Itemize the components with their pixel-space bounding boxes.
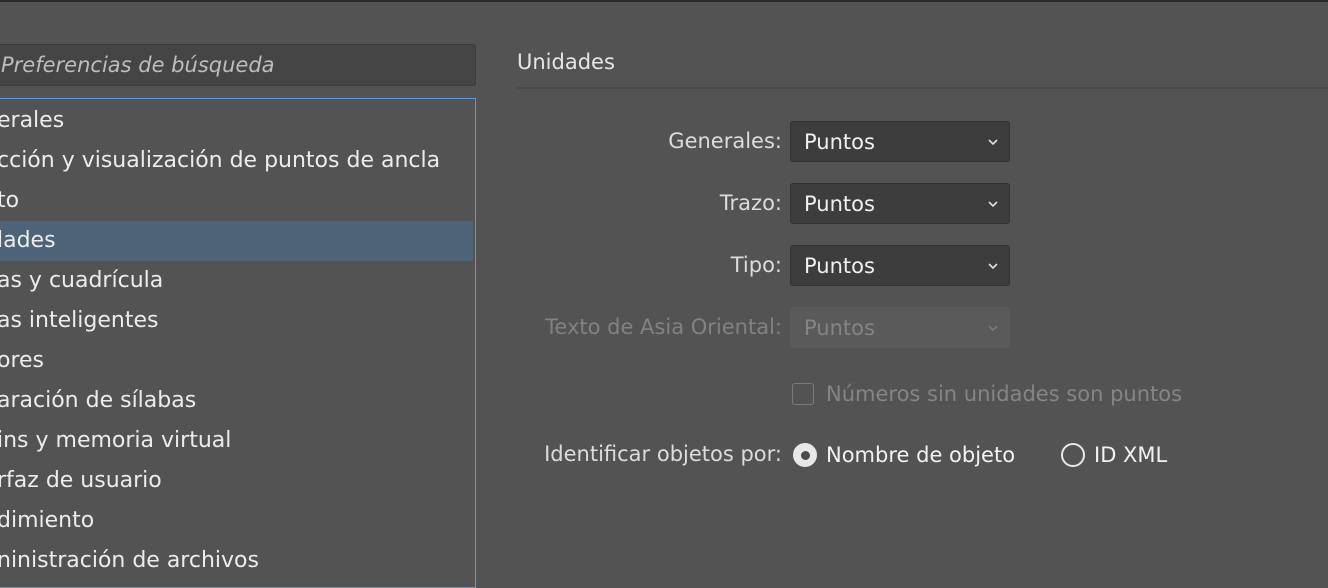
radio-xml-id-label[interactable]: ID XML [1094, 443, 1167, 467]
sidebar-item-rendimiento[interactable]: dimiento [0, 501, 473, 541]
sidebar-item-interfaz-usuario[interactable]: rfaz de usuario [0, 461, 473, 501]
sidebar-item-guias-inteligentes[interactable]: as inteligentes [0, 301, 473, 341]
identify-objects-label: Identificar objetos por: [544, 442, 782, 466]
sidebar-item-label: as inteligentes [0, 308, 159, 333]
tipo-units-value: Puntos [804, 253, 875, 278]
unitless-points-option: Números sin unidades son puntos [792, 378, 1182, 410]
tipo-units-select[interactable]: Puntos [790, 245, 1010, 286]
sidebar-item-label: to [0, 188, 20, 213]
window-top-border [0, 0, 1328, 2]
asia-oriental-label: Texto de Asia Oriental: [545, 315, 782, 339]
search-field[interactable] [0, 44, 476, 86]
sidebar-item-sectores[interactable]: ores [0, 341, 473, 381]
sidebar-item-label: ins y memoria virtual [0, 428, 232, 453]
generales-label: Generales: [668, 129, 782, 153]
radio-object-name-option[interactable]: Nombre de objeto [793, 437, 1015, 473]
sidebar-item-label: ninistración de archivos [0, 548, 259, 573]
radio-object-name[interactable] [793, 443, 817, 467]
section-title: Unidades [517, 50, 615, 74]
sidebar-item-unidades[interactable]: lades [0, 221, 473, 261]
radio-xml-id[interactable] [1061, 443, 1085, 467]
unitless-points-label: Números sin unidades son puntos [826, 382, 1183, 406]
tipo-label: Tipo: [730, 253, 782, 277]
sidebar-item-plugins-memoria[interactable]: ins y memoria virtual [0, 421, 473, 461]
sidebar-item-administracion-archivos[interactable]: ninistración de archivos [0, 541, 473, 581]
trazo-label: Trazo: [719, 191, 782, 215]
sidebar-item-label: dimiento [0, 508, 95, 533]
sidebar-item-label: rfaz de usuario [0, 468, 162, 493]
sidebar-item-texto[interactable]: to [0, 181, 473, 221]
sidebar-item-label: aración de sílabas [0, 388, 197, 413]
preferences-category-list[interactable]: erales cción y visualización de puntos d… [0, 98, 476, 588]
sidebar-item-separacion-silabas[interactable]: aración de sílabas [0, 381, 473, 421]
section-divider [517, 87, 1328, 89]
asia-oriental-units-select: Puntos [790, 307, 1010, 348]
chevron-down-icon [988, 324, 998, 331]
sidebar-item-label: ores [0, 348, 45, 373]
search-input[interactable] [1, 45, 475, 85]
trazo-units-select[interactable]: Puntos [790, 183, 1010, 224]
sidebar-item-label: lades [0, 228, 56, 253]
generales-units-value: Puntos [804, 129, 875, 154]
sidebar-item-label: erales [0, 108, 65, 133]
sidebar-item-label: cción y visualización de puntos de ancla [0, 148, 441, 173]
chevron-down-icon [988, 262, 998, 269]
radio-xml-id-option[interactable]: ID XML [1061, 437, 1167, 473]
unitless-points-checkbox [792, 383, 814, 405]
trazo-units-value: Puntos [804, 191, 875, 216]
sidebar-item-seleccion-anclas[interactable]: cción y visualización de puntos de ancla [0, 141, 473, 181]
chevron-down-icon [988, 200, 998, 207]
sidebar-item-generales[interactable]: erales [0, 101, 473, 141]
generales-units-select[interactable]: Puntos [790, 121, 1010, 162]
asia-oriental-units-value: Puntos [804, 315, 875, 340]
chevron-down-icon [988, 138, 998, 145]
sidebar-item-label: as y cuadrícula [0, 268, 164, 293]
radio-object-name-label[interactable]: Nombre de objeto [826, 443, 1015, 467]
sidebar-item-guias-cuadricula[interactable]: as y cuadrícula [0, 261, 473, 301]
